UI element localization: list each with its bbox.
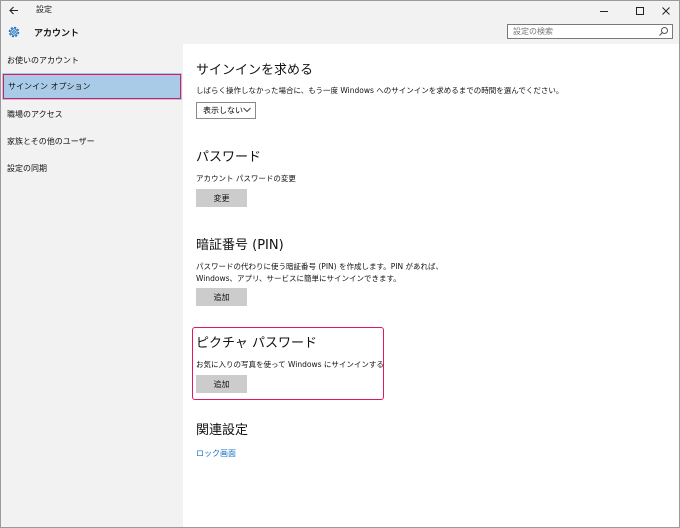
main-content: サインインを求める しばらく操作しなかった場合に、もう一度 Windows への…	[183, 44, 679, 527]
add-pin-button[interactable]: 追加	[196, 288, 247, 306]
minimize-button[interactable]	[589, 1, 619, 20]
sidebar: お使いのアカウント サインイン オプション 職場のアクセス 家族とその他のユーザ…	[1, 44, 183, 527]
pin-description-line1: パスワードの代わりに使う暗証番号 (PIN) を作成します。PIN があれば、	[196, 262, 443, 271]
close-icon	[662, 6, 670, 15]
search-icon[interactable]	[658, 26, 669, 37]
pin-description-line2: Windows、アプリ、サービスに簡単にサインインできます。	[196, 274, 401, 283]
minimize-icon	[600, 10, 608, 12]
sidebar-item-sync-settings[interactable]: 設定の同期	[1, 155, 183, 182]
section-heading-picture-password: ピクチャ パスワード	[196, 336, 318, 351]
require-signin-description: しばらく操作しなかった場合に、もう一度 Windows へのサインインを求めるま…	[196, 86, 564, 95]
search-input[interactable]	[508, 25, 659, 38]
maximize-icon	[636, 6, 644, 15]
page-title: アカウント	[34, 29, 80, 39]
chevron-down-icon	[243, 107, 251, 113]
add-picture-password-button[interactable]: 追加	[196, 375, 247, 393]
gear-icon	[8, 26, 20, 38]
search-box[interactable]	[507, 24, 673, 39]
sidebar-item-family-other-users[interactable]: 家族とその他のユーザー	[1, 128, 183, 155]
section-heading-password: パスワード	[196, 150, 262, 165]
sidebar-item-your-account[interactable]: お使いのアカウント	[1, 47, 183, 74]
back-button[interactable]	[5, 3, 23, 18]
window-title: 設定	[36, 5, 52, 14]
require-signin-dropdown[interactable]: 表示しない	[196, 102, 256, 119]
password-description: アカウント パスワードの変更	[196, 174, 296, 183]
picture-password-description: お気に入りの写真を使って Windows にサインインする	[196, 360, 384, 369]
sidebar-item-sign-in-options[interactable]: サインイン オプション	[2, 73, 182, 100]
section-heading-related-settings: 関連設定	[196, 423, 249, 438]
sidebar-item-work-access[interactable]: 職場のアクセス	[1, 101, 183, 128]
close-button[interactable]	[651, 1, 679, 20]
page-header: アカウント	[1, 20, 679, 44]
title-bar: 設定	[1, 1, 679, 20]
lock-screen-link[interactable]: ロック画面	[196, 448, 236, 459]
settings-window: 設定 アカウント 設定の検索 お使いのアカウント サインイン オプション 職場の…	[0, 0, 680, 528]
change-password-button[interactable]: 変更	[196, 189, 247, 207]
section-heading-require-signin: サインインを求める	[196, 63, 314, 78]
back-arrow-icon	[9, 6, 18, 15]
section-heading-pin: 暗証番号 (PIN)	[196, 238, 284, 253]
dropdown-value: 表示しない	[203, 106, 243, 115]
